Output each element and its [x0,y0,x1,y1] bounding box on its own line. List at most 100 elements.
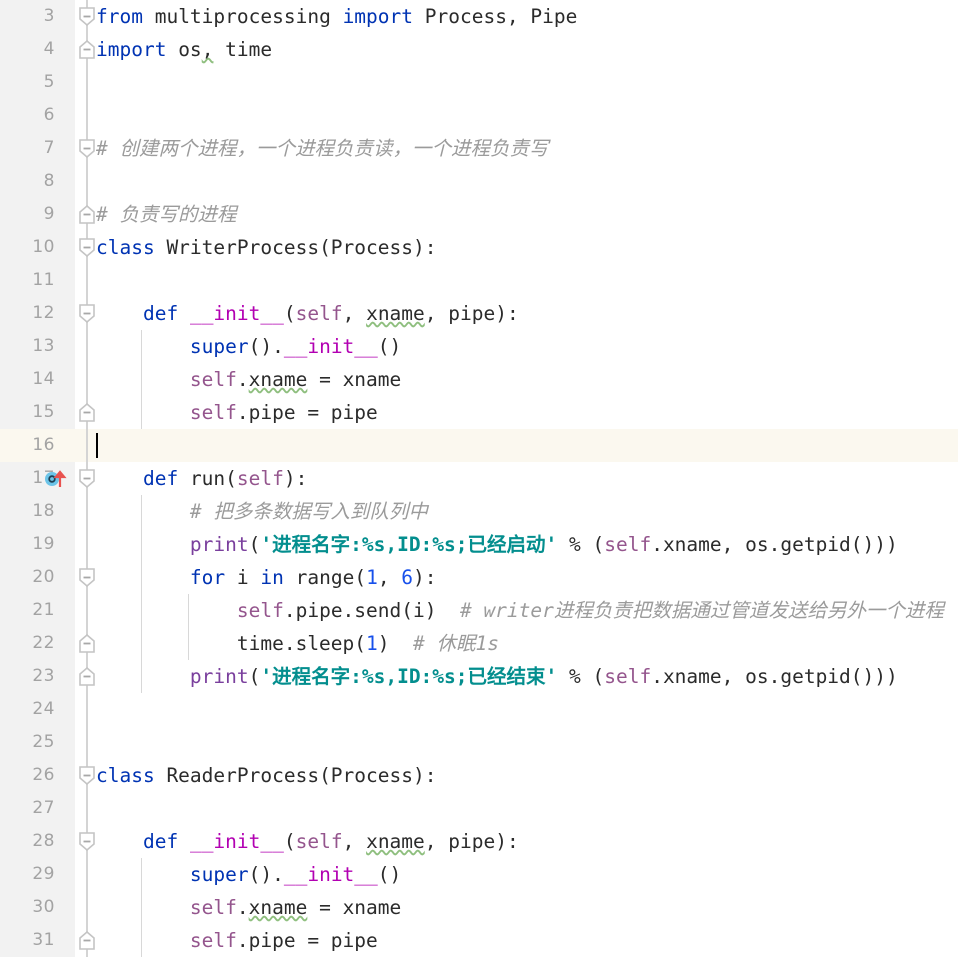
editor-gutter[interactable]: 19 [0,528,75,561]
editor-gutter[interactable]: 6 [0,99,75,132]
code-line[interactable]: 12 def __init__(self, xname, pipe): [0,297,958,330]
code-line[interactable]: 17 def run(self): [0,462,958,495]
code-text[interactable]: def run(self): [96,462,307,495]
code-text[interactable]: self.pipe = pipe [96,396,378,429]
code-line[interactable]: 5 [0,66,958,99]
fold-collapse-handle[interactable] [78,765,96,786]
gutter-icon-area[interactable] [40,759,75,792]
gutter-icon-area[interactable] [40,495,75,528]
run-test-marker-icon[interactable] [44,467,68,491]
code-line[interactable]: 7 # 创建两个进程，一个进程负责读，一个进程负责写 [0,132,958,165]
code-line[interactable]: 16 [0,429,958,462]
code-line[interactable]: 28 def __init__(self, xname, pipe): [0,825,958,858]
editor-gutter[interactable]: 31 [0,924,75,957]
gutter-icon-area[interactable] [40,66,75,99]
fold-column[interactable] [75,825,96,858]
code-text[interactable]: # 把多条数据写入到队列中 [96,495,428,528]
fold-collapse-handle[interactable] [78,6,96,27]
fold-end-handle[interactable] [78,204,96,225]
code-text[interactable]: class WriterProcess(Process): [96,231,436,264]
fold-collapse-icon[interactable] [78,303,96,324]
editor-gutter[interactable]: 12 [0,297,75,330]
fold-column[interactable] [75,231,96,264]
editor-gutter[interactable]: 23 [0,660,75,693]
fold-collapse-handle[interactable] [78,237,96,258]
gutter-icon-area[interactable] [40,198,75,231]
fold-region-end-icon[interactable] [78,204,96,225]
code-line[interactable]: 30 self.xname = xname [0,891,958,924]
gutter-icon-area[interactable] [40,594,75,627]
code-line[interactable]: 11 [0,264,958,297]
gutter-icon-area[interactable] [40,396,75,429]
fold-column[interactable] [75,924,96,957]
editor-gutter[interactable]: 18 [0,495,75,528]
code-line[interactable]: 21 self.pipe.send(i) # writer进程负责把数据通过管道… [0,594,958,627]
fold-region-end-icon[interactable] [78,402,96,423]
editor-gutter[interactable]: 15 [0,396,75,429]
fold-column[interactable] [75,693,96,726]
gutter-icon-area[interactable] [40,693,75,726]
code-text[interactable]: # 负责写的进程 [96,198,236,231]
code-text[interactable]: print('进程名字:%s,ID:%s;已经启动' % (self.xname… [96,528,898,561]
code-text[interactable]: def __init__(self, xname, pipe): [96,825,519,858]
gutter-icon-area[interactable] [40,792,75,825]
editor-gutter[interactable]: 13 [0,330,75,363]
fold-column[interactable] [75,726,96,759]
editor-gutter[interactable]: 10 [0,231,75,264]
fold-column[interactable] [75,33,96,66]
fold-column[interactable] [75,330,96,363]
fold-column[interactable] [75,132,96,165]
editor-gutter[interactable]: 26 [0,759,75,792]
fold-collapse-icon[interactable] [78,6,96,27]
code-text[interactable]: # 创建两个进程，一个进程负责读，一个进程负责写 [96,132,548,165]
gutter-icon-area[interactable] [40,297,75,330]
code-line[interactable]: 20 for i in range(1, 6): [0,561,958,594]
code-text[interactable]: from multiprocessing import Process, Pip… [96,0,577,33]
fold-end-handle[interactable] [78,39,96,60]
fold-column[interactable] [75,594,96,627]
code-text[interactable]: self.pipe = pipe [96,924,378,957]
code-line[interactable]: 26 class ReaderProcess(Process): [0,759,958,792]
gutter-icon-area[interactable] [40,825,75,858]
code-editor[interactable]: 3 from multiprocessing import Process, Pi… [0,0,958,960]
code-line[interactable]: 15 self.pipe = pipe [0,396,958,429]
editor-gutter[interactable]: 29 [0,858,75,891]
fold-collapse-handle[interactable] [78,567,96,588]
editor-gutter[interactable]: 28 [0,825,75,858]
fold-collapse-icon[interactable] [78,468,96,489]
code-line[interactable]: 18 # 把多条数据写入到队列中 [0,495,958,528]
gutter-icon-area[interactable] [40,924,75,957]
fold-collapse-handle[interactable] [78,138,96,159]
gutter-icon-area[interactable] [40,429,75,462]
fold-collapse-icon[interactable] [78,567,96,588]
editor-gutter[interactable]: 20 [0,561,75,594]
code-line[interactable]: 29 super().__init__() [0,858,958,891]
editor-gutter[interactable]: 21 [0,594,75,627]
code-line[interactable]: 24 [0,693,958,726]
fold-collapse-icon[interactable] [78,138,96,159]
fold-end-handle[interactable] [78,930,96,951]
code-line[interactable]: 4 import os, time [0,33,958,66]
fold-column[interactable] [75,561,96,594]
fold-column[interactable] [75,891,96,924]
gutter-icon-area[interactable] [40,330,75,363]
editor-gutter[interactable]: 9 [0,198,75,231]
code-line[interactable]: 23 print('进程名字:%s,ID:%s;已经结束' % (self.xn… [0,660,958,693]
gutter-icon-area[interactable] [40,627,75,660]
gutter-icon-area[interactable] [40,561,75,594]
gutter-icon-area[interactable] [40,33,75,66]
fold-column[interactable] [75,528,96,561]
fold-column[interactable] [75,0,96,33]
code-line[interactable]: 31 self.pipe = pipe [0,924,958,957]
code-line[interactable]: 25 [0,726,958,759]
gutter-icon-area[interactable] [40,264,75,297]
fold-column[interactable] [75,759,96,792]
editor-gutter[interactable]: 22 [0,627,75,660]
gutter-icon-area[interactable] [40,528,75,561]
code-text[interactable]: time.sleep(1) # 休眠1s [96,627,499,660]
gutter-icon-area[interactable] [40,660,75,693]
fold-column[interactable] [75,858,96,891]
editor-gutter[interactable]: 4 [0,33,75,66]
code-line[interactable]: 22 time.sleep(1) # 休眠1s [0,627,958,660]
editor-gutter[interactable]: 30 [0,891,75,924]
